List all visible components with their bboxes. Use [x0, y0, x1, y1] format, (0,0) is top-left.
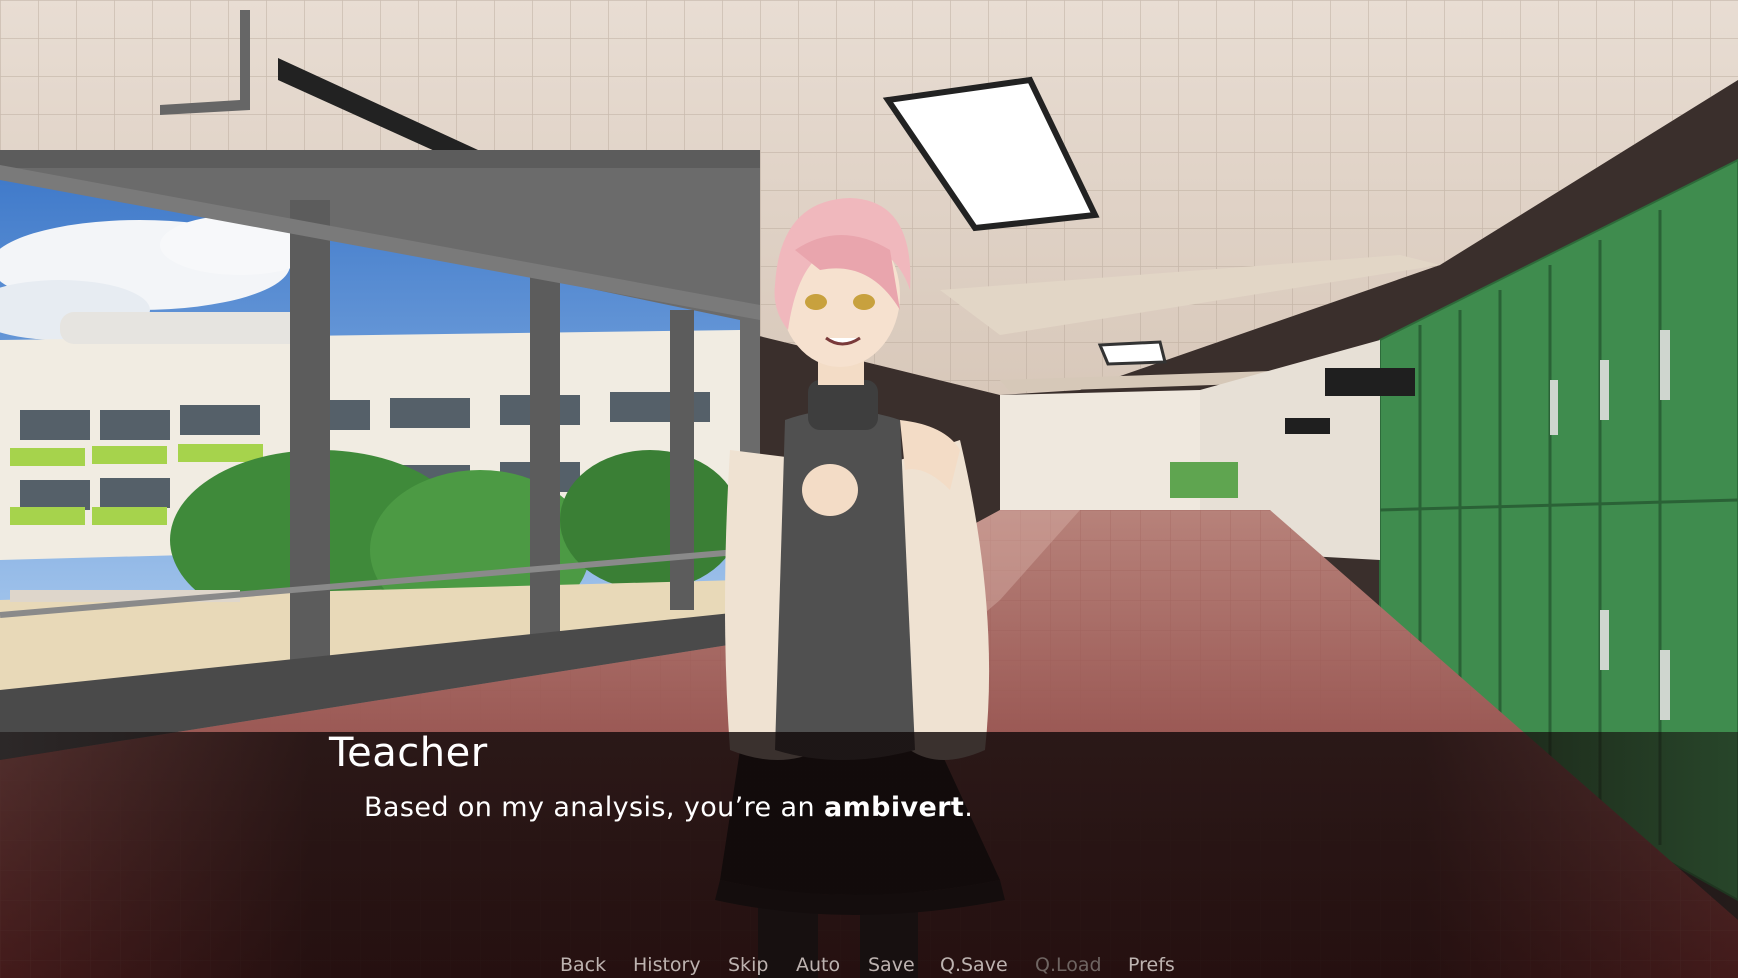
prefs-button[interactable]: Prefs [1128, 954, 1175, 976]
quick-load-button[interactable]: Q.Load [1035, 954, 1102, 976]
dialogue-text-end: . [964, 792, 974, 823]
dialogue-text: Based on my analysis, you’re an ambivert… [364, 792, 973, 823]
dialogue-emphasis: ambivert [823, 792, 965, 823]
auto-button[interactable]: Auto [796, 954, 840, 976]
quick-save-button[interactable]: Q.Save [940, 954, 1008, 976]
save-button[interactable]: Save [868, 954, 915, 976]
back-button[interactable]: Back [560, 954, 606, 976]
skip-button[interactable]: Skip [728, 954, 768, 976]
dialogue-text-part: Based on my analysis, you’re an [364, 792, 824, 823]
dialogue-window[interactable] [0, 732, 1738, 978]
speaker-name: Teacher [329, 730, 488, 776]
quick-menu: Back History Skip Auto Save Q.Save Q.Loa… [0, 952, 1738, 978]
history-button[interactable]: History [633, 954, 701, 976]
